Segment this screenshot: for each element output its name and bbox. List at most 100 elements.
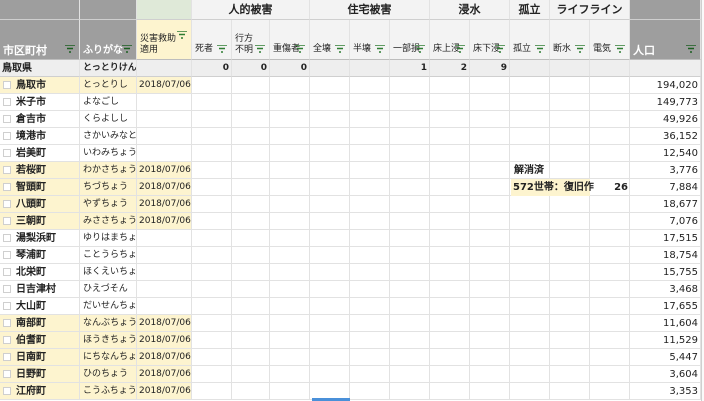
population-cell[interactable]: 11,604	[630, 315, 701, 332]
checkbox-icon[interactable]	[3, 387, 11, 395]
cell[interactable]	[430, 77, 470, 94]
cell[interactable]	[350, 383, 390, 400]
furigana-cell[interactable]: ひのちょう	[80, 366, 137, 383]
cell[interactable]	[430, 349, 470, 366]
table-row[interactable]: 三朝町 みささちょう 2018/07/06 7,076	[0, 213, 704, 230]
filter-icon[interactable]	[455, 45, 465, 53]
cell[interactable]	[550, 264, 590, 281]
population-cell[interactable]: 12,540	[630, 145, 701, 162]
cell[interactable]	[192, 77, 232, 94]
cell[interactable]	[270, 179, 310, 196]
population-cell[interactable]: 49,926	[630, 111, 701, 128]
municipality-name-cell[interactable]: 岩美町	[0, 145, 80, 162]
cell[interactable]	[270, 111, 310, 128]
cell[interactable]	[232, 349, 270, 366]
prefecture-injured[interactable]: 0	[270, 60, 310, 77]
column-header-above-floor[interactable]: 床上浸	[430, 20, 470, 60]
relief-date-cell[interactable]	[137, 94, 192, 111]
relief-date-cell[interactable]	[137, 247, 192, 264]
cell[interactable]	[192, 213, 232, 230]
relief-date-cell[interactable]	[137, 128, 192, 145]
relief-date-cell[interactable]	[137, 111, 192, 128]
filter-icon[interactable]	[335, 45, 345, 53]
cell[interactable]	[550, 128, 590, 145]
cell[interactable]	[390, 128, 430, 145]
population-cell[interactable]: 149,773	[630, 94, 701, 111]
population-cell[interactable]: 7,884	[630, 179, 701, 196]
table-row[interactable]: 江府町 こうふちょう 2018/07/06 3,353	[0, 383, 704, 400]
cell[interactable]	[510, 264, 550, 281]
cell[interactable]	[310, 213, 350, 230]
cell[interactable]	[310, 315, 350, 332]
cell[interactable]	[430, 196, 470, 213]
filter-icon[interactable]	[615, 45, 625, 53]
cell[interactable]	[390, 162, 430, 179]
relief-date-cell[interactable]: 2018/07/06	[137, 213, 192, 230]
cell[interactable]	[390, 383, 430, 400]
cell[interactable]	[232, 383, 270, 400]
cell[interactable]	[310, 179, 350, 196]
cell[interactable]	[470, 111, 510, 128]
cell[interactable]	[510, 213, 550, 230]
relief-date-cell[interactable]	[137, 145, 192, 162]
furigana-cell[interactable]: とっとりし	[80, 77, 137, 94]
cell[interactable]	[390, 315, 430, 332]
cell[interactable]	[232, 145, 270, 162]
cell[interactable]	[430, 179, 470, 196]
cell[interactable]	[630, 60, 701, 77]
column-header-total-destroyed[interactable]: 全壊	[310, 20, 350, 60]
cell[interactable]	[270, 366, 310, 383]
cell[interactable]	[590, 213, 630, 230]
cell[interactable]	[390, 366, 430, 383]
cell[interactable]	[310, 60, 350, 77]
cell[interactable]	[232, 366, 270, 383]
filter-icon[interactable]	[575, 45, 585, 53]
cell[interactable]	[232, 77, 270, 94]
cell[interactable]	[470, 128, 510, 145]
cell[interactable]	[310, 145, 350, 162]
column-header-isolated[interactable]: 孤立	[510, 20, 550, 60]
furigana-cell[interactable]: わかさちょう	[80, 162, 137, 179]
cell[interactable]	[430, 230, 470, 247]
prefecture-name[interactable]: 鳥取県	[0, 60, 80, 77]
cell[interactable]	[137, 60, 192, 77]
furigana-cell[interactable]: ほうきちょう	[80, 332, 137, 349]
column-header-population[interactable]: 人口	[630, 20, 701, 60]
filter-icon[interactable]	[177, 31, 187, 39]
cell[interactable]	[310, 298, 350, 315]
cell[interactable]	[270, 94, 310, 111]
note-resolved[interactable]: 解消済	[514, 162, 544, 179]
cell[interactable]	[590, 60, 630, 77]
cell[interactable]	[430, 366, 470, 383]
furigana-cell[interactable]: みささちょう	[80, 213, 137, 230]
furigana-cell[interactable]: くらよしし	[80, 111, 137, 128]
prefecture-missing[interactable]: 0	[232, 60, 270, 77]
cell[interactable]	[430, 315, 470, 332]
cell[interactable]	[550, 315, 590, 332]
cell[interactable]	[510, 332, 550, 349]
column-header-relief[interactable]: 災害救助 適用	[137, 20, 192, 60]
cell[interactable]	[350, 315, 390, 332]
column-header-power[interactable]: 電気	[590, 20, 630, 60]
municipality-name-cell[interactable]: 智頭町	[0, 179, 80, 196]
filter-icon[interactable]	[375, 45, 385, 53]
filter-icon[interactable]	[295, 45, 305, 53]
population-cell[interactable]: 3,353	[630, 383, 701, 400]
table-row[interactable]: 大山町 だいせんちょう 17,655	[0, 298, 704, 315]
cell[interactable]	[470, 298, 510, 315]
cell[interactable]	[350, 230, 390, 247]
checkbox-icon[interactable]	[3, 268, 11, 276]
table-row[interactable]: 米子市 よなごし 149,773	[0, 94, 704, 111]
cell[interactable]	[550, 349, 590, 366]
cell[interactable]	[192, 298, 232, 315]
note-restoration-count[interactable]: 26	[595, 179, 628, 196]
cell[interactable]	[390, 332, 430, 349]
relief-date-cell[interactable]	[137, 281, 192, 298]
cell[interactable]	[310, 349, 350, 366]
municipality-name-cell[interactable]: 湯梨浜町	[0, 230, 80, 247]
table-row[interactable]: 岩美町 いわみちょう 12,540	[0, 145, 704, 162]
cell[interactable]	[590, 332, 630, 349]
cell[interactable]	[232, 162, 270, 179]
relief-date-cell[interactable]: 2018/07/06	[137, 196, 192, 213]
cell[interactable]	[470, 230, 510, 247]
